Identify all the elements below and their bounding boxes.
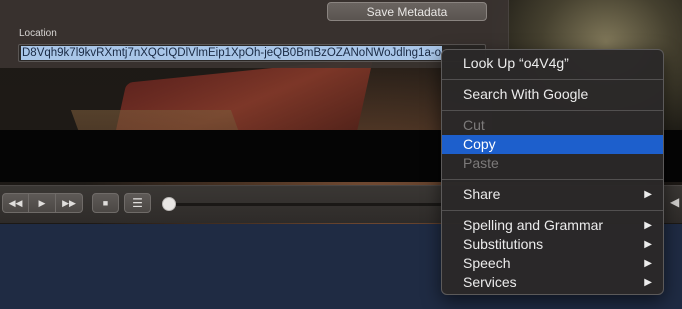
location-value-selected[interactable]: D8Vqh9k7l9kvRXmtj7nXQCIQDlVlmEip1XpOh-je…	[21, 46, 443, 60]
menu-item-services[interactable]: Services ▶	[442, 273, 663, 292]
volume-icon[interactable]: ◀	[670, 195, 679, 209]
submenu-arrow-icon: ▶	[644, 220, 652, 231]
seek-slider-track[interactable]	[170, 203, 442, 206]
menu-item-cut: Cut	[442, 116, 663, 135]
menu-item-copy[interactable]: Copy	[442, 135, 663, 154]
menu-item-spelling-grammar[interactable]: Spelling and Grammar ▶	[442, 216, 663, 235]
menu-item-label: Services	[463, 274, 517, 290]
context-menu: Look Up “o4V4g” Search With Google Cut C…	[441, 49, 664, 295]
stop-icon: ■	[102, 198, 109, 208]
playlist-icon: ☰	[132, 196, 143, 210]
submenu-arrow-icon: ▶	[644, 258, 652, 269]
submenu-arrow-icon: ▶	[644, 277, 652, 288]
menu-item-label: Cut	[463, 117, 485, 133]
menu-item-label: Paste	[463, 155, 499, 171]
menu-item-label: Copy	[463, 136, 496, 152]
menu-separator	[442, 179, 663, 180]
menu-separator	[442, 210, 663, 211]
fast-forward-icon: ▶▶	[62, 197, 76, 208]
save-metadata-button[interactable]: Save Metadata	[327, 2, 487, 21]
menu-item-share[interactable]: Share ▶	[442, 185, 663, 204]
menu-item-label: Spelling and Grammar	[463, 217, 604, 233]
transport-button-group: ◀◀ ▶ ▶▶	[2, 193, 83, 213]
menu-item-look-up[interactable]: Look Up “o4V4g”	[442, 54, 663, 73]
menu-item-label: Share	[463, 186, 501, 202]
fast-forward-button[interactable]: ▶▶	[56, 193, 83, 213]
menu-item-speech[interactable]: Speech ▶	[442, 254, 663, 273]
play-icon: ▶	[38, 197, 46, 208]
playlist-button[interactable]: ☰	[124, 193, 151, 213]
menu-item-label: Speech	[463, 255, 511, 271]
rewind-icon: ◀◀	[8, 197, 23, 208]
play-button[interactable]: ▶	[29, 193, 56, 213]
stop-button[interactable]: ■	[92, 193, 119, 213]
location-label: Location	[19, 28, 57, 39]
menu-item-label: Substitutions	[463, 236, 544, 252]
rewind-button[interactable]: ◀◀	[2, 193, 29, 213]
menu-item-paste: Paste	[442, 154, 663, 173]
stop-group: ■	[92, 193, 119, 213]
seek-slider-knob[interactable]	[162, 197, 176, 211]
menu-item-search-google[interactable]: Search With Google	[442, 85, 663, 104]
submenu-arrow-icon: ▶	[644, 239, 652, 250]
menu-item-label: Look Up “o4V4g”	[463, 55, 569, 71]
menu-item-substitutions[interactable]: Substitutions ▶	[442, 235, 663, 254]
submenu-arrow-icon: ▶	[644, 189, 652, 200]
location-field[interactable]: D8Vqh9k7l9kvRXmtj7nXQCIQDlVlmEip1XpOh-je…	[18, 44, 486, 62]
menu-separator	[442, 110, 663, 111]
menu-item-label: Search With Google	[463, 86, 589, 102]
menu-separator	[442, 79, 663, 80]
playlist-group: ☰	[124, 193, 151, 213]
metadata-panel: Save Metadata Location D8Vqh9k7l9kvRXmtj…	[0, 0, 509, 68]
